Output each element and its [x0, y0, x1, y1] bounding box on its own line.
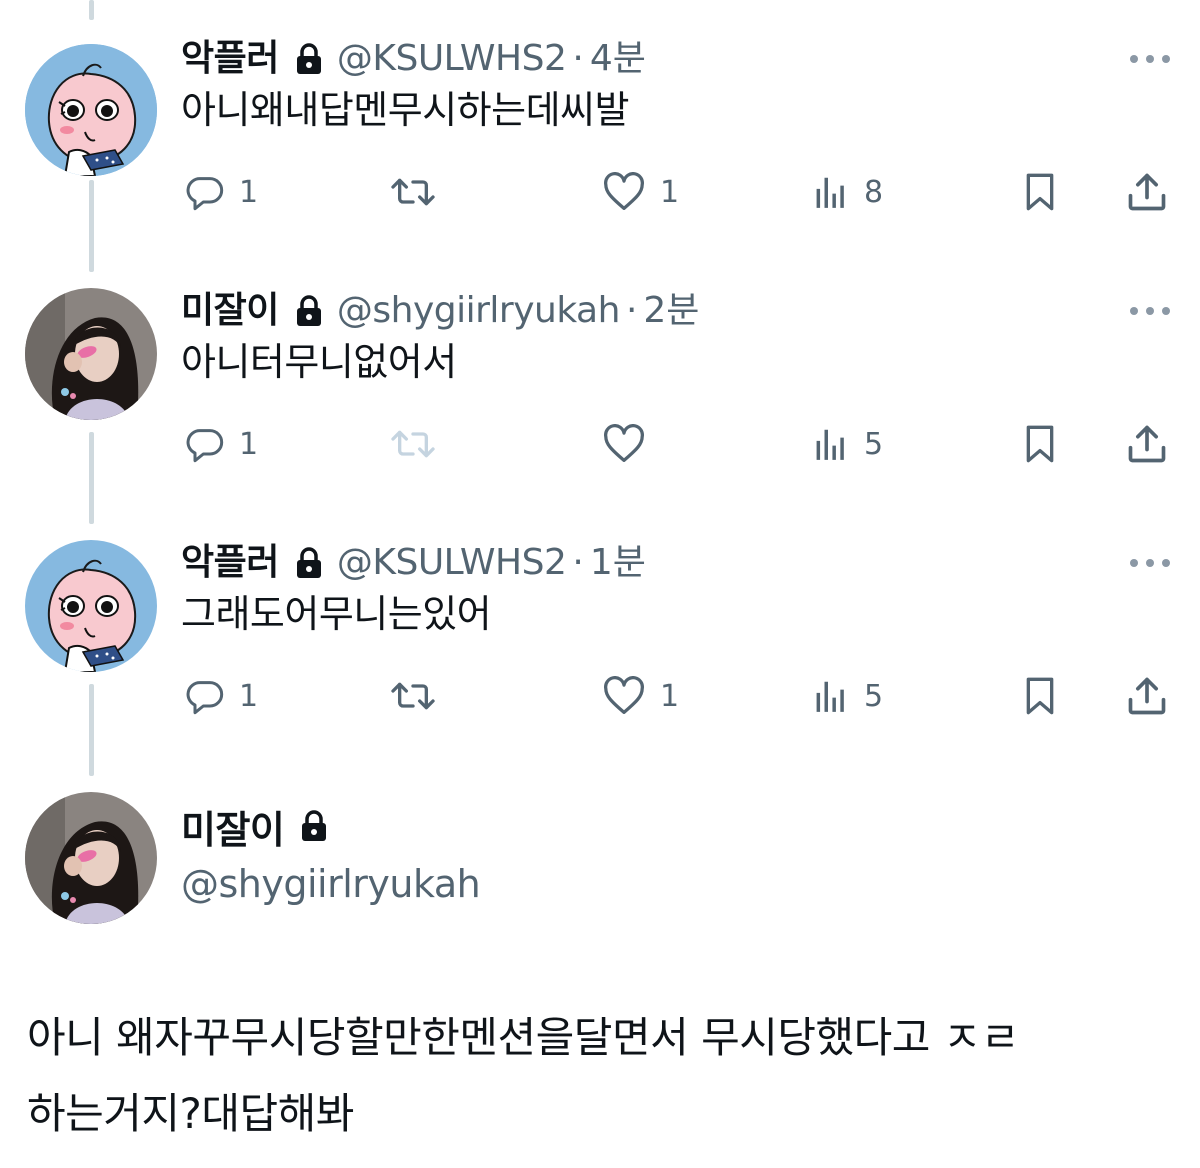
user-handle[interactable]: @KSULWHS2	[337, 36, 567, 82]
avatar[interactable]	[25, 288, 157, 420]
timestamp[interactable]: 1분	[590, 540, 646, 586]
reply-count: 1	[239, 678, 259, 714]
main-avatar[interactable]	[25, 792, 157, 924]
like-count: 1	[660, 678, 680, 714]
lock-icon	[300, 810, 328, 842]
peach-avatar-image	[25, 44, 157, 176]
tweet-header: 미잘이 @shygiirlryukah · 2분	[181, 288, 699, 334]
bookmark-button[interactable]	[1020, 672, 1060, 720]
like-button[interactable]	[602, 420, 646, 468]
heart-icon	[602, 676, 646, 716]
views-count: 5	[864, 678, 884, 714]
tweet-text: 그래도어무니는있어	[181, 592, 492, 636]
reply-button[interactable]: 1	[185, 168, 258, 216]
tweet-actions: 1 1 5	[0, 672, 1200, 720]
bookmark-icon	[1020, 170, 1060, 214]
bookmark-icon	[1020, 422, 1060, 466]
separator-dot: ·	[572, 542, 584, 583]
tweet-actions: 1 1 8	[0, 168, 1200, 216]
tweet-header: 악플러 @KSULWHS2 · 1분	[181, 540, 646, 586]
user-handle[interactable]: @shygiirlryukah	[181, 862, 481, 906]
main-tweet-line-2: 하는거지?대답해봐	[27, 1089, 354, 1138]
lock-icon	[295, 295, 323, 327]
tweet-actions: 1 5	[0, 420, 1200, 468]
thread-line	[89, 0, 94, 20]
main-tweet-line-1: 아니 왜자꾸무시당할만한멘션을달면서 무시당했다고 ㅈㄹ	[27, 1013, 1020, 1062]
bookmark-icon	[1020, 674, 1060, 718]
lock-icon	[295, 43, 323, 75]
lock-icon	[295, 547, 323, 579]
share-button[interactable]	[1125, 168, 1169, 216]
views-count: 5	[864, 426, 884, 462]
retweet-button[interactable]	[388, 168, 438, 216]
girl-avatar-image	[25, 792, 157, 924]
views-chart-icon	[812, 172, 850, 212]
reply-icon	[185, 676, 225, 716]
main-header: 미잘이	[181, 800, 342, 852]
views-button[interactable]: 5	[812, 672, 883, 720]
timestamp[interactable]: 2분	[643, 288, 699, 334]
more-horizontal-icon[interactable]	[1130, 306, 1170, 316]
bookmark-button[interactable]	[1020, 168, 1060, 216]
share-icon	[1125, 674, 1169, 718]
reply-button[interactable]: 1	[185, 672, 258, 720]
display-name[interactable]: 미잘이	[181, 288, 279, 334]
share-icon	[1125, 422, 1169, 466]
retweet-icon	[388, 676, 438, 716]
separator-dot: ·	[572, 38, 584, 79]
views-chart-icon	[812, 424, 850, 464]
girl-avatar-image	[25, 288, 157, 420]
retweet-icon	[388, 424, 438, 464]
more-horizontal-icon[interactable]	[1130, 558, 1170, 568]
more-horizontal-icon[interactable]	[1130, 54, 1170, 64]
display-name[interactable]: 미잘이	[181, 799, 285, 854]
heart-icon	[602, 424, 646, 464]
tweet-header: 악플러 @KSULWHS2 · 4분	[181, 36, 646, 82]
like-count: 1	[660, 174, 680, 210]
reply-icon	[185, 172, 225, 212]
avatar[interactable]	[25, 540, 157, 672]
display-name[interactable]: 악플러	[181, 540, 279, 586]
heart-icon	[602, 172, 646, 212]
user-handle[interactable]: @shygiirlryukah	[337, 288, 621, 334]
user-handle[interactable]: @KSULWHS2	[337, 540, 567, 586]
reply-icon	[185, 424, 225, 464]
separator-dot: ·	[625, 290, 638, 331]
views-button[interactable]: 8	[812, 168, 883, 216]
views-button[interactable]: 5	[812, 420, 883, 468]
like-button[interactable]: 1	[602, 168, 679, 216]
share-icon	[1125, 170, 1169, 214]
tweet-text: 아니터무니없어서	[181, 340, 457, 384]
main-tweet-text: 아니 왜자꾸무시당할만한멘션을달면서 무시당했다고 ㅈㄹ 하는거지?대답해봐	[27, 1000, 1177, 1152]
tweet-text: 아니왜내답멘무시하는데씨발	[181, 88, 629, 132]
reply-count: 1	[239, 174, 259, 210]
share-button[interactable]	[1125, 672, 1169, 720]
like-button[interactable]: 1	[602, 672, 679, 720]
retweet-button	[388, 420, 438, 468]
avatar[interactable]	[25, 44, 157, 176]
display-name[interactable]: 악플러	[181, 36, 279, 82]
retweet-icon	[388, 172, 438, 212]
timestamp[interactable]: 4분	[590, 36, 646, 82]
bookmark-button[interactable]	[1020, 420, 1060, 468]
views-chart-icon	[812, 676, 850, 716]
reply-count: 1	[239, 426, 259, 462]
reply-button[interactable]: 1	[185, 420, 258, 468]
share-button[interactable]	[1125, 420, 1169, 468]
peach-avatar-image	[25, 540, 157, 672]
views-count: 8	[864, 174, 884, 210]
retweet-button[interactable]	[388, 672, 438, 720]
